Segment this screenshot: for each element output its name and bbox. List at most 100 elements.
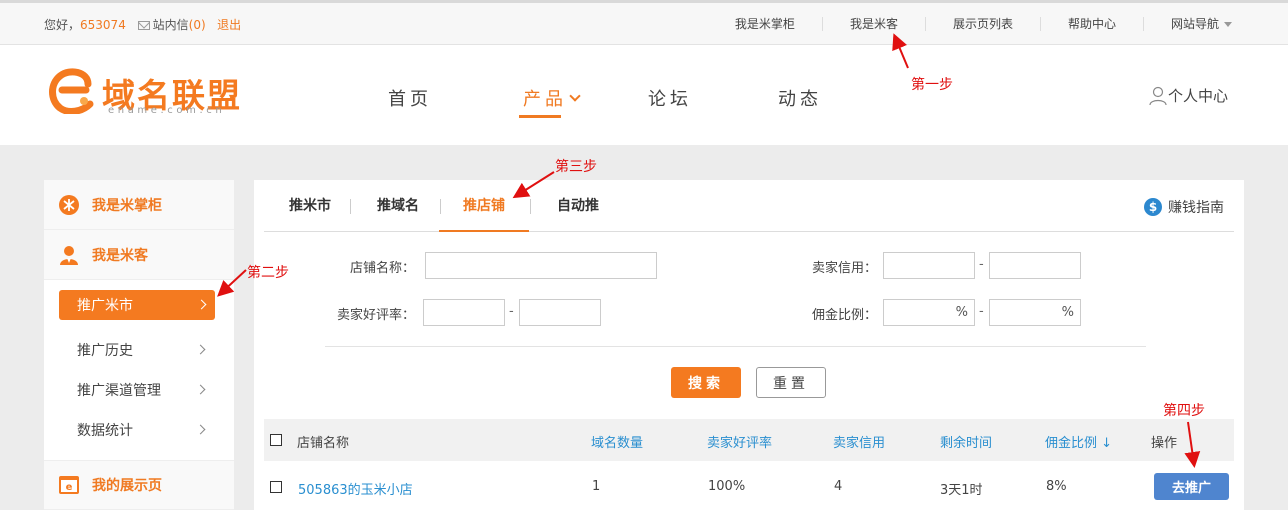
shop-name-label: 店铺名称： [350, 261, 416, 276]
shop-name-link[interactable]: 505863的玉米小店 [298, 479, 413, 498]
top-link-showcase-list[interactable]: 展示页列表 [926, 17, 1041, 31]
top-bar: 您好，653074 站内信(0) 退出 我是米掌柜 我是米客 展示页列表 帮助中… [0, 0, 1288, 45]
person-icon [60, 245, 78, 265]
sidebar-item-label: 推广米市 [77, 298, 133, 314]
sidebar-sub-list: 推广米市 推广历史 推广渠道管理 数据统计 [44, 280, 234, 460]
commission-max-input[interactable]: % [989, 299, 1081, 326]
chevron-right-icon [195, 384, 206, 395]
filter-divider [325, 346, 1146, 347]
sidebar-item-label: 推广历史 [77, 343, 133, 359]
sidebar-section-showcase[interactable]: e 我的展示页 [44, 460, 234, 510]
row-checkbox[interactable] [270, 481, 282, 493]
messages-count: (0) [188, 18, 206, 32]
sidebar-item-channel-management[interactable]: 推广渠道管理 [44, 370, 234, 410]
col-shop-name: 店铺名称 [297, 436, 350, 451]
range-separator: - [979, 304, 984, 319]
shop-owner-icon [59, 194, 79, 215]
percent-unit: % [955, 305, 968, 320]
seller-rating-label: 卖家好评率： [337, 308, 416, 323]
chevron-right-icon [196, 299, 207, 310]
header: 域名联盟 ename.com.cn 首页 产品 论坛 动态 个人中心 [0, 45, 1288, 145]
sidebar-section-label: 我的展示页 [92, 478, 162, 494]
sidebar-item-statistics[interactable]: 数据统计 [44, 410, 234, 450]
cell-commission: 8% [1046, 479, 1067, 494]
tab-shop[interactable]: 推店铺 [439, 180, 529, 232]
cell-seller-credit: 4 [834, 479, 843, 494]
cell-domain-count: 1 [592, 479, 601, 494]
nav-forum[interactable]: 论坛 [648, 85, 692, 111]
col-seller-rating[interactable]: 卖家好评率 [707, 432, 772, 451]
seller-credit-min-input[interactable] [883, 252, 975, 279]
step2-annotation: 第二步 [247, 265, 289, 281]
logo[interactable]: 域名联盟 ename.com.cn [48, 65, 258, 121]
tab-bar: 推米市 推域名 推店铺 自动推 $ 赚钱指南 [264, 180, 1234, 232]
showcase-page-icon: e [59, 476, 79, 494]
table-row: 505863的玉米小店 1 100% 4 3天1时 8% 去推广 [264, 464, 1234, 510]
commission-min-input[interactable]: % [883, 299, 975, 326]
sidebar-item-label: 数据统计 [77, 423, 133, 439]
seller-rating-max-input[interactable] [519, 299, 601, 326]
reset-button[interactable]: 重置 [756, 367, 826, 398]
top-link-mike[interactable]: 我是米客 [823, 17, 926, 31]
top-link-site-nav[interactable]: 网站导航 [1144, 17, 1232, 31]
nav-news[interactable]: 动态 [778, 85, 822, 111]
tab-separator [530, 199, 531, 214]
step4-annotation: 第四步 [1163, 403, 1205, 419]
logo-subtext: ename.com.cn [108, 105, 226, 116]
chevron-down-icon [569, 90, 581, 102]
main-panel: 推米市 推域名 推店铺 自动推 $ 赚钱指南 店铺名称： 卖家信用： - 卖家好… [254, 180, 1244, 510]
cell-remaining-time: 3天1时 [940, 483, 983, 498]
top-link-mizhanggui[interactable]: 我是米掌柜 [708, 17, 823, 31]
earning-guide-link[interactable]: $ 赚钱指南 [1144, 197, 1224, 217]
svg-text:e: e [66, 482, 73, 493]
range-separator: - [509, 304, 514, 319]
logout-link[interactable]: 退出 [217, 18, 241, 32]
caret-down-icon [1224, 22, 1232, 27]
promote-button[interactable]: 去推广 [1154, 473, 1229, 500]
username[interactable]: 653074 [80, 18, 126, 32]
sidebar-section-mizhanggui[interactable]: 我是米掌柜 [44, 180, 234, 230]
top-link-help-center[interactable]: 帮助中心 [1041, 17, 1144, 31]
sidebar-item-label: 推广渠道管理 [77, 383, 161, 399]
col-remaining-time[interactable]: 剩余时间 [940, 432, 992, 451]
user-icon [1149, 86, 1167, 105]
col-action: 操作 [1151, 436, 1178, 451]
nav-home[interactable]: 首页 [388, 85, 432, 111]
user-greeting: 您好，653074 站内信(0) 退出 [44, 16, 241, 33]
seller-rating-min-input[interactable] [423, 299, 505, 326]
col-seller-credit[interactable]: 卖家信用 [833, 432, 885, 451]
sidebar-item-promote-market[interactable]: 推广米市 [59, 290, 215, 320]
tab-market[interactable]: 推米市 [282, 180, 338, 232]
tab-domain[interactable]: 推域名 [370, 180, 426, 232]
col-domain-count[interactable]: 域名数量 [591, 432, 643, 451]
seller-credit-max-input[interactable] [989, 252, 1081, 279]
step3-annotation: 第三步 [555, 159, 597, 175]
messages-link[interactable]: 站内信 [153, 18, 189, 32]
tab-separator [350, 199, 351, 214]
coin-icon: $ [1144, 198, 1162, 216]
table-header: 店铺名称 域名数量 卖家好评率 卖家信用 剩余时间 佣金比例 ↓ 操作 [264, 419, 1234, 461]
greeting-text: 您好， [44, 18, 81, 32]
earning-guide-label: 赚钱指南 [1168, 200, 1224, 216]
mail-icon [137, 21, 150, 30]
sidebar-section-mike[interactable]: 我是米客 [44, 230, 234, 280]
percent-unit: % [1061, 305, 1074, 320]
shop-name-input[interactable] [425, 252, 657, 279]
tab-auto[interactable]: 自动推 [550, 180, 606, 232]
top-links: 我是米掌柜 我是米客 展示页列表 帮助中心 网站导航 [708, 3, 1232, 45]
user-center-link[interactable]: 个人中心 [1148, 85, 1228, 106]
sidebar-item-promote-history[interactable]: 推广历史 [44, 330, 234, 370]
sidebar-section-label: 我是米客 [92, 247, 148, 264]
chevron-right-icon [195, 344, 206, 355]
nav-products[interactable]: 产品 [523, 85, 581, 111]
commission-label: 佣金比例： [812, 308, 878, 323]
select-all-checkbox[interactable] [270, 434, 282, 446]
user-center-label: 个人中心 [1168, 87, 1229, 105]
cell-seller-rating: 100% [708, 479, 746, 494]
ename-logo-icon [49, 68, 94, 114]
search-button[interactable]: 搜索 [671, 367, 741, 398]
col-commission[interactable]: 佣金比例 ↓ [1045, 432, 1112, 451]
sidebar-section-label: 我是米掌柜 [92, 197, 162, 214]
nav-active-indicator [519, 115, 561, 118]
step1-annotation: 第一步 [911, 77, 953, 93]
